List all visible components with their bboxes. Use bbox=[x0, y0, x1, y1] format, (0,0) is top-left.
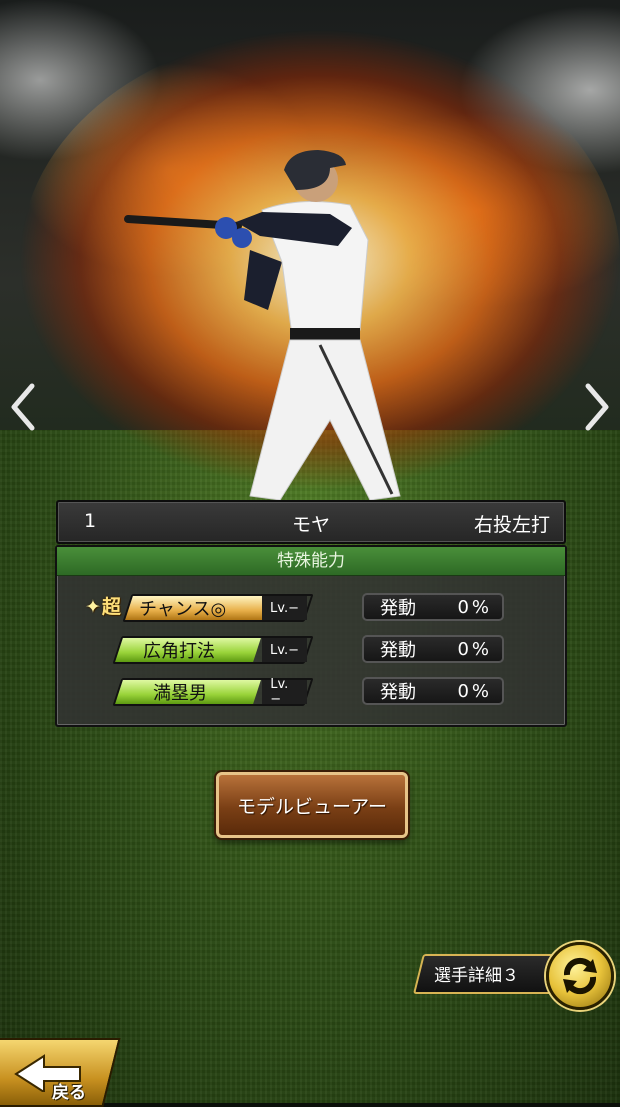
swap-arrows-icon bbox=[563, 957, 597, 995]
ability-row[interactable]: 満塁男 Lv.− 発動 0% bbox=[57, 675, 565, 707]
activation-rate: 発動 0% bbox=[362, 593, 504, 621]
chevron-left-icon bbox=[11, 383, 35, 431]
ability-level: Lv.− bbox=[262, 596, 307, 620]
player-illustration bbox=[124, 150, 401, 501]
ability-plate: 満塁男 Lv.− bbox=[112, 677, 314, 707]
player-detail-button[interactable]: 選手詳細３ bbox=[413, 950, 567, 994]
ability-name: 広角打法 bbox=[143, 641, 215, 662]
back-button[interactable]: 戻る bbox=[0, 1038, 121, 1107]
ability-name: 満塁男 bbox=[153, 683, 207, 704]
player-detail-label: 選手詳細３ bbox=[434, 966, 519, 986]
ability-row[interactable]: ✦超 チャンス◎ Lv.− 発動 0% bbox=[57, 591, 565, 622]
activation-label: 発動 bbox=[380, 682, 416, 703]
activation-value: 0% bbox=[457, 680, 492, 702]
activation-value: 0% bbox=[457, 638, 492, 660]
super-ability-badge: ✦超 bbox=[85, 596, 121, 618]
ability-level: Lv.− bbox=[262, 638, 307, 662]
ability-level: Lv.− bbox=[262, 677, 307, 707]
next-player-button[interactable] bbox=[580, 380, 614, 434]
ability-name: チャンス◎ bbox=[139, 599, 227, 620]
activation-rate: 発動 0% bbox=[362, 635, 504, 663]
activation-value: 0% bbox=[457, 596, 492, 618]
chevron-right-icon bbox=[585, 383, 609, 431]
special-abilities-panel: 特殊能力 ✦超 チャンス◎ Lv.− 発動 0% 広角打法 Lv.− 発動 0% bbox=[55, 545, 567, 727]
special-abilities-header: 特殊能力 bbox=[57, 547, 565, 576]
ability-plate: チャンス◎ Lv.− bbox=[122, 594, 314, 622]
activation-label: 発動 bbox=[380, 598, 416, 619]
model-viewer-button[interactable]: モデルビューアー bbox=[216, 772, 408, 838]
player-info-bar: 1 モヤ 右投左打 bbox=[56, 500, 566, 544]
ability-row[interactable]: 広角打法 Lv.− 発動 0% bbox=[57, 633, 565, 664]
swap-button[interactable] bbox=[546, 942, 614, 1010]
player-handedness: 右投左打 bbox=[473, 514, 550, 536]
ability-plate: 広角打法 Lv.− bbox=[112, 636, 314, 664]
activation-rate: 発動 0% bbox=[362, 677, 504, 705]
activation-label: 発動 bbox=[380, 640, 416, 661]
back-label: 戻る bbox=[52, 1083, 86, 1103]
sparkle-icon: ✦ bbox=[85, 596, 101, 618]
previous-player-button[interactable] bbox=[6, 380, 40, 434]
